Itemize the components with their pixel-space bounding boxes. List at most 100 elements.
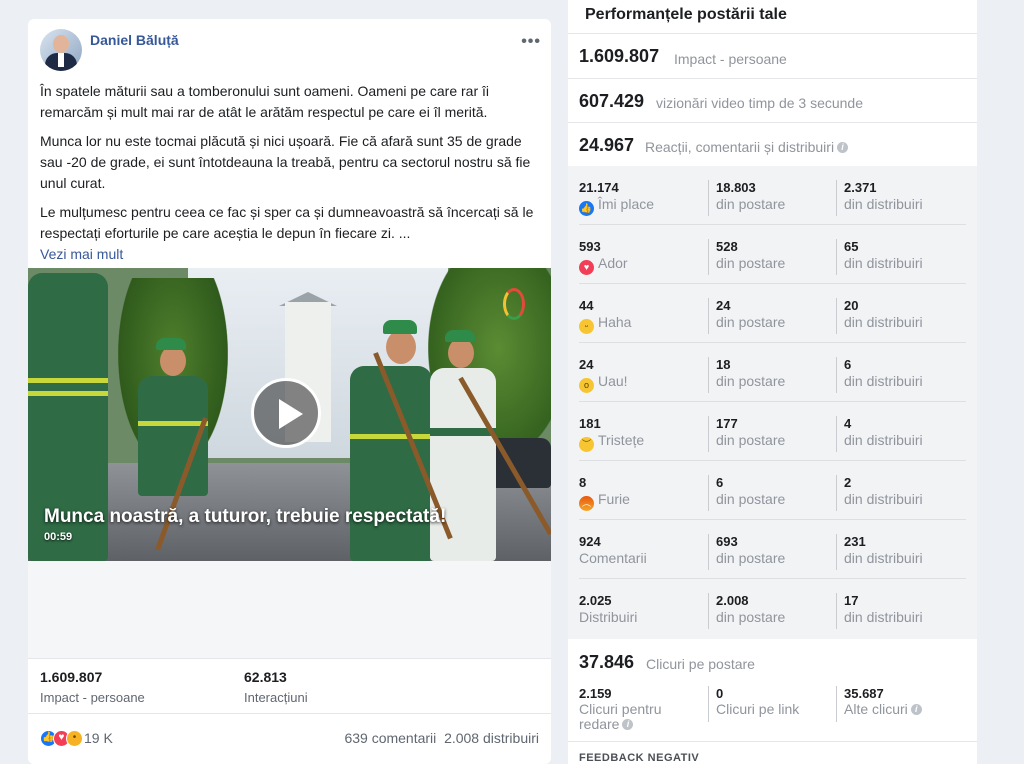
- shares-shares: 17: [844, 593, 859, 608]
- video-player[interactable]: Munca noastră, a tuturor, trebuie respec…: [28, 268, 551, 561]
- from-shares-label: din distribuiri: [844, 314, 923, 330]
- angry-post: 6: [716, 475, 724, 490]
- reaction-breakdown: 21.174 👍 Îmi place 18.803 din postare 2.371…: [568, 166, 977, 639]
- clicks-section: 37.846 Clicuri pe postare 2.159 Clicuri p…: [568, 639, 977, 740]
- see-more-link[interactable]: Vezi mai mult: [40, 246, 123, 262]
- info-icon[interactable]: i: [622, 719, 634, 730]
- negative-feedback-section: FEEDBACK NEGATIV: [568, 741, 977, 764]
- angry-total: 8: [579, 475, 587, 490]
- sad-icon: ︶: [579, 437, 594, 452]
- like-post: 18.803: [716, 180, 756, 195]
- reaction-count[interactable]: 19 K: [84, 730, 113, 746]
- like-total: 21.174: [579, 180, 619, 195]
- link-clicks-label: Clicuri pe link: [716, 701, 800, 717]
- views-label: vizionări video timp de 3 secunde: [656, 95, 864, 111]
- video-title: Munca noastră, a tuturor, trebuie respec…: [44, 506, 447, 527]
- from-shares-label: din distribuiri: [844, 196, 923, 212]
- from-shares-label: din distribuiri: [844, 550, 923, 566]
- from-post-label: din postare: [716, 491, 786, 507]
- wow-label: Uau!: [598, 373, 628, 389]
- clicks-label: Clicuri pe postare: [646, 656, 755, 672]
- love-icon: ♥: [579, 260, 594, 275]
- like-shares: 2.371: [844, 180, 877, 195]
- from-shares-label: din distribuiri: [844, 491, 923, 507]
- shares-label: Distribuiri: [579, 609, 638, 625]
- more-options-icon[interactable]: •••: [521, 33, 541, 51]
- post-footer: 👍 ♥ • 19 K 639 comentarii 2.008 distribu…: [28, 713, 551, 764]
- breakdown-row-angry: 8 ︵ Furie 6 din postare 2 din distribuiri: [568, 461, 977, 520]
- comments-label: Comentarii: [579, 550, 647, 566]
- from-post-label: din postare: [716, 373, 786, 389]
- interactions-label: Interacțiuni: [244, 690, 308, 705]
- play-icon[interactable]: [251, 378, 321, 448]
- haha-icon: ᵕ: [579, 319, 594, 334]
- from-shares-label: din distribuiri: [844, 609, 923, 625]
- love-total: 593: [579, 239, 601, 254]
- post-spacer: [28, 561, 551, 658]
- like-label: Îmi place: [598, 196, 655, 212]
- post-stats: 1.609.807 Impact - persoane 62.813 Inter…: [28, 658, 551, 713]
- reach-label: Impact - persoane: [674, 51, 787, 67]
- link-clicks-value: 0: [716, 686, 724, 701]
- sad-total: 181: [579, 416, 601, 431]
- engagement-label: Reacții, comentarii și distribuiri i: [645, 139, 849, 155]
- breakdown-row-love: 593 ♥ Ador 528 din postare 65 din distribuir…: [568, 225, 977, 284]
- interactions-value: 62.813: [244, 669, 287, 685]
- negative-feedback-title: FEEDBACK NEGATIV: [579, 752, 700, 764]
- wow-total: 24: [579, 357, 594, 372]
- views-value: 607.429: [579, 91, 645, 111]
- reach-metric: 1.609.807 Impact - persoane: [568, 33, 977, 78]
- comments-post: 693: [716, 534, 738, 549]
- from-shares-label: din distribuiri: [844, 373, 923, 389]
- panel-title: Performanțele postării tale: [585, 6, 787, 23]
- other-clicks-label: Alte clicuri: [844, 701, 908, 717]
- from-post-label: din postare: [716, 196, 786, 212]
- post-card: Daniel Băluță ••• În spatele măturii sau…: [28, 19, 551, 764]
- reach-label: Impact - persoane: [40, 690, 145, 705]
- play-clicks-label: Clicuri pentru redare: [579, 701, 662, 732]
- play-clicks-value: 2.159: [579, 686, 612, 701]
- reach-value: 1.609.807: [579, 46, 660, 66]
- shares-count[interactable]: 2.008 distribuiri: [444, 730, 539, 746]
- engagement-value: 24.967: [579, 135, 635, 155]
- from-post-label: din postare: [716, 609, 786, 625]
- haha-label: Haha: [598, 314, 632, 330]
- shares-total: 2.025: [579, 593, 612, 608]
- breakdown-row-comments: 924 Comentarii 693 din postare 231 din dist…: [568, 520, 977, 579]
- from-shares-label: din distribuiri: [844, 255, 923, 271]
- performance-panel: Performanțele postării tale 1.609.807 Im…: [568, 0, 977, 764]
- from-post-label: din postare: [716, 432, 786, 448]
- breakdown-row-sad: 181 ︶ Tristețe 177 din postare 4 din distrib…: [568, 402, 977, 461]
- comments-shares: 231: [844, 534, 866, 549]
- post-text: În spatele măturii sau a tomberonului su…: [40, 81, 540, 265]
- post-paragraph: Munca lor nu este tocmai plăcută și nici…: [40, 133, 531, 191]
- clicks-value: 37.846: [579, 652, 635, 672]
- sad-shares: 4: [844, 416, 852, 431]
- from-post-label: din postare: [716, 550, 786, 566]
- breakdown-row-shares: 2.025 Distribuiri 2.008 din postare 17 din …: [568, 579, 977, 638]
- haha-total: 44: [579, 298, 594, 313]
- engagement-metric: 24.967 Reacții, comentarii și distribuir…: [568, 122, 977, 166]
- from-post-label: din postare: [716, 255, 786, 271]
- sad-post: 177: [716, 416, 738, 431]
- shares-post: 2.008: [716, 593, 749, 608]
- comments-count[interactable]: 639 comentarii: [344, 730, 436, 746]
- love-shares: 65: [844, 239, 859, 254]
- wow-post: 18: [716, 357, 731, 372]
- haha-post: 24: [716, 298, 731, 313]
- angry-icon: ︵: [579, 496, 594, 511]
- channel-logo-icon: [503, 288, 525, 320]
- video-duration: 00:59: [44, 531, 73, 543]
- avatar[interactable]: [40, 29, 82, 71]
- breakdown-row-wow: 24 o Uau! 18 din postare 6 din distribuiri: [568, 343, 977, 402]
- info-icon[interactable]: i: [837, 142, 849, 153]
- info-icon[interactable]: i: [910, 704, 922, 715]
- like-icon: 👍: [579, 201, 594, 216]
- post-paragraph: Le mulțumesc pentru ceea ce fac și sper …: [40, 204, 534, 241]
- comments-total: 924: [579, 534, 601, 549]
- author-name[interactable]: Daniel Băluță: [90, 32, 179, 48]
- angry-shares: 2: [844, 475, 852, 490]
- from-shares-label: din distribuiri: [844, 432, 923, 448]
- other-clicks-value: 35.687: [844, 686, 884, 701]
- breakdown-row-like: 21.174 👍 Îmi place 18.803 din postare 2.371…: [568, 166, 977, 225]
